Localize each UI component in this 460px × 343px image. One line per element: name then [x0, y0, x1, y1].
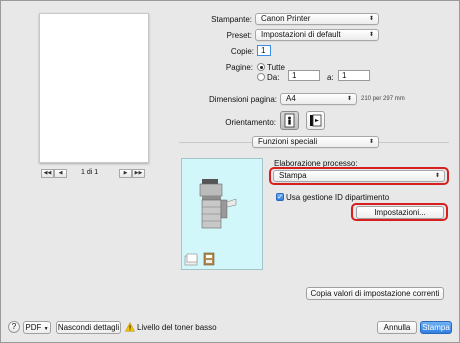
- section-popup[interactable]: Funzioni speciali ⬍: [252, 136, 379, 148]
- printer-label: Stampante:: [211, 15, 252, 24]
- portrait-orientation-icon: [284, 113, 295, 128]
- updown-arrows-icon: ⬍: [346, 96, 352, 102]
- updown-arrows-icon: ⬍: [434, 173, 440, 179]
- printer-value: Canon Printer: [261, 14, 311, 23]
- processing-value: Stampa: [279, 171, 307, 180]
- first-page-button[interactable]: ◀◀: [41, 169, 54, 178]
- settings-button[interactable]: Impostazioni...: [356, 206, 444, 219]
- pdf-button-label: PDF: [25, 323, 42, 332]
- orientation-label: Orientamento:: [225, 118, 276, 127]
- preset-label: Preset:: [226, 31, 252, 40]
- hide-details-button[interactable]: Nascondi dettagli: [56, 321, 121, 334]
- paper-size-popup[interactable]: A4 ⬍: [280, 93, 357, 105]
- help-button[interactable]: ?: [8, 321, 20, 333]
- landscape-orientation-button[interactable]: [306, 111, 325, 130]
- printer-image-panel: [181, 158, 263, 270]
- pages-all-label: Tutte: [267, 63, 285, 72]
- finisher-icon: [184, 252, 215, 266]
- dept-id-label: Usa gestione ID dipartimento: [286, 193, 390, 202]
- pages-from-field[interactable]: 1: [288, 70, 320, 81]
- pdf-button[interactable]: PDF ▼: [23, 321, 51, 334]
- portrait-orientation-button[interactable]: [280, 111, 299, 130]
- updown-arrows-icon: ⬍: [368, 139, 374, 145]
- pages-to-label: a:: [327, 73, 334, 82]
- page-indicator: 1 di 1: [81, 169, 99, 176]
- print-button[interactable]: Stampa: [420, 321, 452, 334]
- copies-field[interactable]: 1: [257, 45, 271, 56]
- next-page-button[interactable]: ▶: [119, 169, 132, 178]
- pages-to-field[interactable]: 1: [338, 70, 370, 81]
- landscape-orientation-icon: [310, 114, 322, 127]
- print-dialog: ◀◀ ◀ 1 di 1 ▶ ▶▶ Stampante: Canon Printe…: [0, 0, 460, 343]
- printer-popup[interactable]: Canon Printer ⬍: [255, 13, 379, 25]
- toner-warning-text: Livello del toner basso: [137, 323, 217, 332]
- updown-arrows-icon: ⬍: [368, 32, 374, 38]
- paper-size-label: Dimensioni pagina:: [208, 95, 277, 104]
- copies-label: Copie:: [230, 47, 254, 56]
- warning-icon: [125, 322, 135, 332]
- section-popup-value: Funzioni speciali: [258, 137, 318, 146]
- previous-page-button[interactable]: ◀: [54, 169, 67, 178]
- pages-all-radio[interactable]: [257, 63, 265, 71]
- processing-popup[interactable]: Stampa ⬍: [273, 170, 445, 182]
- preset-value: Impostazioni di default: [261, 30, 341, 39]
- copy-settings-button[interactable]: Copia valori di impostazione correnti: [306, 287, 444, 300]
- chevron-down-icon: ▼: [43, 326, 49, 332]
- updown-arrows-icon: ⬍: [368, 16, 374, 22]
- cancel-button[interactable]: Annulla: [377, 321, 417, 334]
- page-preview: [39, 13, 149, 163]
- pages-label: Pagine:: [225, 63, 253, 72]
- paper-size-value: A4: [286, 94, 296, 103]
- last-page-button[interactable]: ▶▶: [132, 169, 145, 178]
- pages-range-radio[interactable]: [257, 73, 265, 81]
- dept-id-checkbox[interactable]: ✓: [276, 193, 284, 201]
- pages-from-label: Da:: [267, 73, 280, 82]
- preset-popup[interactable]: Impostazioni di default ⬍: [255, 29, 379, 41]
- paper-dimensions-text: 210 per 297 mm: [361, 96, 405, 102]
